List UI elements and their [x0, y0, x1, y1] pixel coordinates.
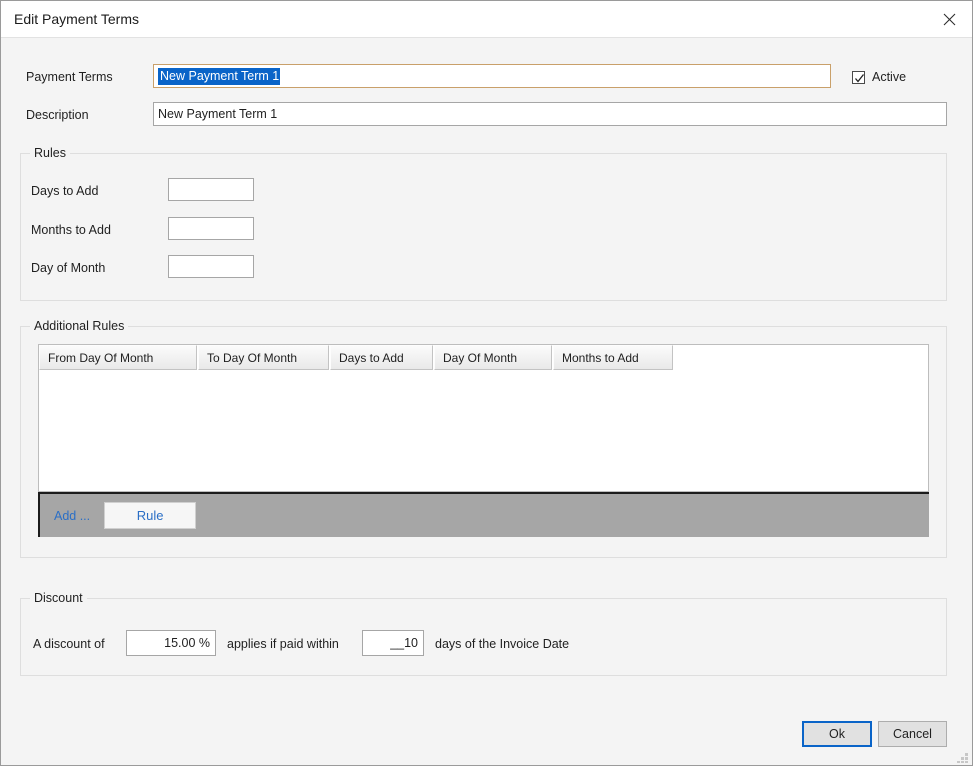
- months-to-add-input[interactable]: [168, 217, 254, 240]
- grid-body-empty[interactable]: [39, 371, 928, 491]
- additional-rules-group-label: Additional Rules: [30, 319, 129, 333]
- days-to-add-input[interactable]: [168, 178, 254, 201]
- window-title: Edit Payment Terms: [14, 11, 140, 27]
- discount-days-value: __10: [390, 636, 418, 650]
- payment-terms-value: New Payment Term 1: [158, 67, 281, 85]
- additional-rules-group: Additional Rules From Day Of Month To Da…: [20, 319, 947, 558]
- description-label: Description: [26, 108, 89, 122]
- grid-header-row: From Day Of Month To Day Of Month Days t…: [39, 345, 928, 370]
- grid-toolbar: Add ... Rule: [38, 492, 929, 537]
- payment-terms-input[interactable]: New Payment Term 1: [153, 64, 831, 88]
- months-to-add-label: Months to Add: [31, 223, 111, 237]
- edit-payment-terms-dialog: Edit Payment Terms Payment Terms New Pay…: [0, 0, 973, 766]
- discount-prefix-text: A discount of: [33, 637, 105, 651]
- dialog-body: Payment Terms New Payment Term 1 Active …: [1, 38, 972, 765]
- description-input[interactable]: New Payment Term 1: [153, 102, 947, 126]
- column-header-to-day-of-month[interactable]: To Day Of Month: [198, 345, 329, 370]
- discount-group: Discount A discount of 15.00 % applies i…: [20, 591, 947, 676]
- rule-button[interactable]: Rule: [104, 502, 197, 529]
- payment-terms-label: Payment Terms: [26, 70, 113, 84]
- discount-middle-text: applies if paid within: [227, 637, 339, 651]
- additional-rules-grid[interactable]: From Day Of Month To Day Of Month Days t…: [38, 344, 929, 492]
- discount-days-input[interactable]: __10: [362, 630, 424, 656]
- column-header-day-of-month[interactable]: Day Of Month: [434, 345, 552, 370]
- discount-percent-input[interactable]: 15.00 %: [126, 630, 216, 656]
- discount-percent-value: 15.00 %: [164, 636, 210, 650]
- active-checkbox[interactable]: Active: [852, 70, 906, 84]
- rules-group: Rules Days to Add Months to Add Day of M…: [20, 146, 947, 301]
- ok-button[interactable]: Ok: [802, 721, 872, 747]
- cancel-button[interactable]: Cancel: [878, 721, 947, 747]
- day-of-month-label: Day of Month: [31, 261, 106, 275]
- rules-group-label: Rules: [30, 146, 70, 160]
- title-bar: Edit Payment Terms: [1, 1, 972, 38]
- discount-suffix-text: days of the Invoice Date: [435, 637, 570, 651]
- column-header-months-to-add[interactable]: Months to Add: [553, 345, 673, 370]
- days-to-add-label: Days to Add: [31, 184, 99, 198]
- column-header-days-to-add[interactable]: Days to Add: [330, 345, 433, 370]
- column-header-from-day-of-month[interactable]: From Day Of Month: [39, 345, 197, 370]
- description-value: New Payment Term 1: [158, 107, 278, 121]
- discount-group-label: Discount: [30, 591, 87, 605]
- active-label: Active: [872, 70, 907, 84]
- checkbox-box: [852, 70, 865, 84]
- resize-grip-icon[interactable]: [956, 749, 970, 763]
- close-icon[interactable]: [926, 1, 972, 37]
- add-rule-link[interactable]: Add ...: [54, 509, 90, 523]
- day-of-month-input[interactable]: [168, 255, 254, 278]
